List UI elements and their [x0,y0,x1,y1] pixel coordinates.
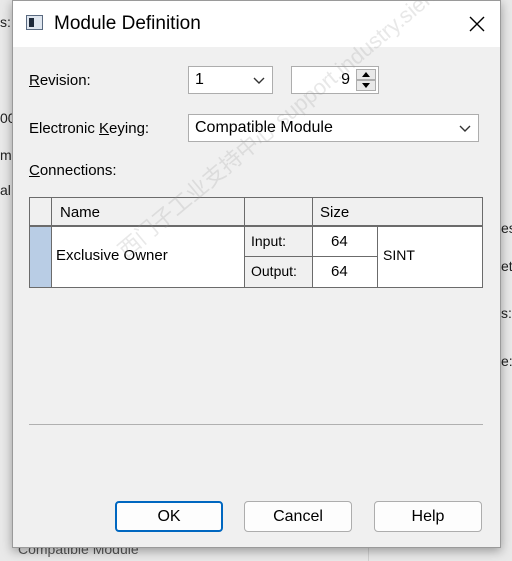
electronic-keying-label: Electronic Keying: [29,120,150,137]
chevron-down-icon [253,77,265,84]
close-icon [469,16,485,32]
connection-name: Exclusive Owner [52,227,245,287]
cancel-button[interactable]: Cancel [244,501,352,532]
output-label: Output: [245,257,313,287]
input-size-field[interactable]: 64 [313,227,378,257]
title-bar: Module Definition [13,1,500,47]
spin-up-button[interactable] [356,69,376,80]
electronic-keying-value: Compatible Module [195,119,333,136]
revision-minor-value: 9 [341,71,350,88]
table-header-blank[interactable] [245,198,313,227]
revision-minor-spinner[interactable]: 9 [291,66,379,94]
revision-major-value: 1 [195,71,204,88]
background-text: etv [501,258,512,274]
spin-down-button[interactable] [356,80,376,91]
help-button[interactable]: Help [374,501,482,532]
connections-table: Name Size Exclusive Owner Input: 64 Outp… [29,197,483,288]
background-text: es [501,220,512,236]
data-type: SINT [383,247,415,263]
window-icon [26,15,43,30]
revision-major-select[interactable]: 1 [188,66,273,94]
triangle-up-icon [362,72,370,77]
table-header-corner [30,198,52,227]
background-text: s: [0,14,11,30]
table-header-name[interactable]: Name [52,198,245,227]
background-text: al [0,182,11,198]
ok-button[interactable]: OK [115,501,223,532]
module-definition-dialog: Module Definition Revision: 1 9 Electron… [12,0,501,548]
background-text: s: [501,305,512,321]
input-label: Input: [245,227,313,257]
background-text: e: [501,353,512,369]
separator-line [29,424,483,425]
output-size-field[interactable]: 64 [313,257,378,287]
background-divider [368,548,369,561]
revision-label: Revision: [29,72,91,89]
dialog-title: Module Definition [54,13,201,34]
triangle-down-icon [362,83,370,88]
chevron-down-icon [459,125,471,132]
table-header-size[interactable]: Size [313,198,482,227]
close-button[interactable] [454,1,500,47]
row-selector[interactable] [30,227,52,287]
electronic-keying-select[interactable]: Compatible Module [188,114,479,142]
background-text: m [0,147,12,163]
connections-label: Connections: [29,162,117,179]
